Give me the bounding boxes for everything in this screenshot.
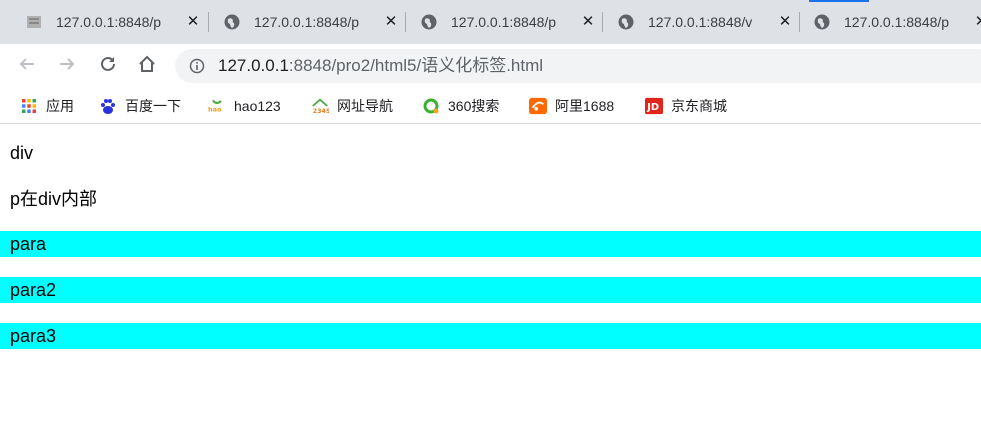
para-3: para3 — [0, 323, 981, 349]
info-icon[interactable] — [189, 58, 205, 74]
tab-title: 127.0.0.1:8848/p — [844, 14, 950, 30]
url-path: :8848/pro2/html5/语义化标签.html — [288, 56, 544, 75]
bookmark-label: 网址导航 — [337, 98, 393, 114]
tab-title: 127.0.0.1:8848/p — [451, 14, 557, 30]
svg-text:2345: 2345 — [313, 108, 329, 115]
globe-icon — [814, 14, 830, 30]
address-bar[interactable]: 127.0.0.1:8848/pro2/html5/语义化标签.html — [175, 49, 981, 83]
p-inside-div: p在div内部 — [10, 189, 98, 209]
jd-icon: JD — [645, 97, 663, 115]
svg-text:JD: JD — [646, 102, 659, 113]
tab-4[interactable]: 127.0.0.1:8848/v ✕ — [602, 0, 793, 44]
close-icon[interactable]: ✕ — [580, 14, 596, 30]
bookmark-label: 百度一下 — [125, 98, 181, 114]
arrow-right-icon — [58, 55, 76, 78]
bookmark-label: 360搜索 — [448, 98, 500, 114]
globe-icon — [618, 14, 634, 30]
bookmark-hao123[interactable]: hao hao123 — [208, 96, 281, 116]
tab-2[interactable]: 127.0.0.1:8848/p ✕ — [208, 0, 399, 44]
bookmark-2345[interactable]: 2345 网址导航 — [311, 96, 393, 116]
back-button[interactable] — [15, 54, 39, 78]
tab-3[interactable]: 127.0.0.1:8848/p ✕ — [405, 0, 596, 44]
para-1: para — [0, 231, 981, 257]
alibaba-1688-icon — [529, 97, 547, 115]
globe-icon — [421, 14, 437, 30]
page-content: div p在div内部 para para2 para3 — [0, 129, 981, 438]
tab-title: 127.0.0.1:8848/p — [56, 14, 162, 30]
para-2: para2 — [0, 277, 981, 303]
bookmark-jd[interactable]: JD 京东商城 — [645, 96, 727, 116]
home-icon — [138, 55, 156, 78]
reload-button[interactable] — [96, 54, 120, 78]
bookmark-apps[interactable]: 应用 — [20, 96, 74, 116]
bookmark-360[interactable]: 360搜索 — [422, 96, 499, 116]
close-icon[interactable]: ✕ — [777, 14, 793, 30]
reload-icon — [99, 55, 117, 78]
tab-5[interactable]: 127.0.0.1:8848/p ✕ — [798, 0, 981, 44]
page-icon — [26, 14, 42, 30]
bookmark-label: 应用 — [46, 98, 74, 114]
tab-1[interactable]: 127.0.0.1:8848/p ✕ — [10, 0, 201, 44]
svg-text:hao: hao — [208, 106, 222, 114]
2345-house-icon: 2345 — [311, 97, 329, 115]
tab-strip: 127.0.0.1:8848/p ✕ 127.0.0.1:8848/p ✕ 12… — [0, 0, 981, 44]
bookmark-label: 京东商城 — [671, 98, 727, 114]
div-text: div — [10, 143, 34, 163]
bookmark-1688[interactable]: 阿里1688 — [529, 96, 614, 116]
url-text: 127.0.0.1:8848/pro2/html5/语义化标签.html — [218, 56, 543, 76]
forward-button[interactable] — [55, 54, 79, 78]
url-host: 127.0.0.1 — [218, 56, 289, 75]
baidu-paw-icon — [99, 97, 117, 115]
globe-icon — [224, 14, 240, 30]
tab-title: 127.0.0.1:8848/v — [648, 14, 753, 30]
toolbar: 127.0.0.1:8848/pro2/html5/语义化标签.html — [0, 44, 981, 88]
bookmark-label: 阿里1688 — [555, 98, 615, 114]
bookmarks-bar: 应用 百度一下 hao hao123 2345 网址导航 360搜索 阿里168… — [0, 88, 981, 124]
close-icon[interactable]: ✕ — [383, 14, 399, 30]
apps-grid-icon — [20, 97, 38, 115]
bookmark-label: hao123 — [234, 98, 281, 114]
bookmark-baidu[interactable]: 百度一下 — [99, 96, 181, 116]
arrow-left-icon — [18, 55, 36, 78]
close-icon[interactable]: ✕ — [185, 14, 201, 30]
hao123-icon: hao — [208, 97, 226, 115]
close-icon[interactable]: ✕ — [973, 14, 981, 30]
home-button[interactable] — [135, 54, 159, 78]
360-search-icon — [422, 97, 440, 115]
tab-title: 127.0.0.1:8848/p — [254, 14, 360, 30]
